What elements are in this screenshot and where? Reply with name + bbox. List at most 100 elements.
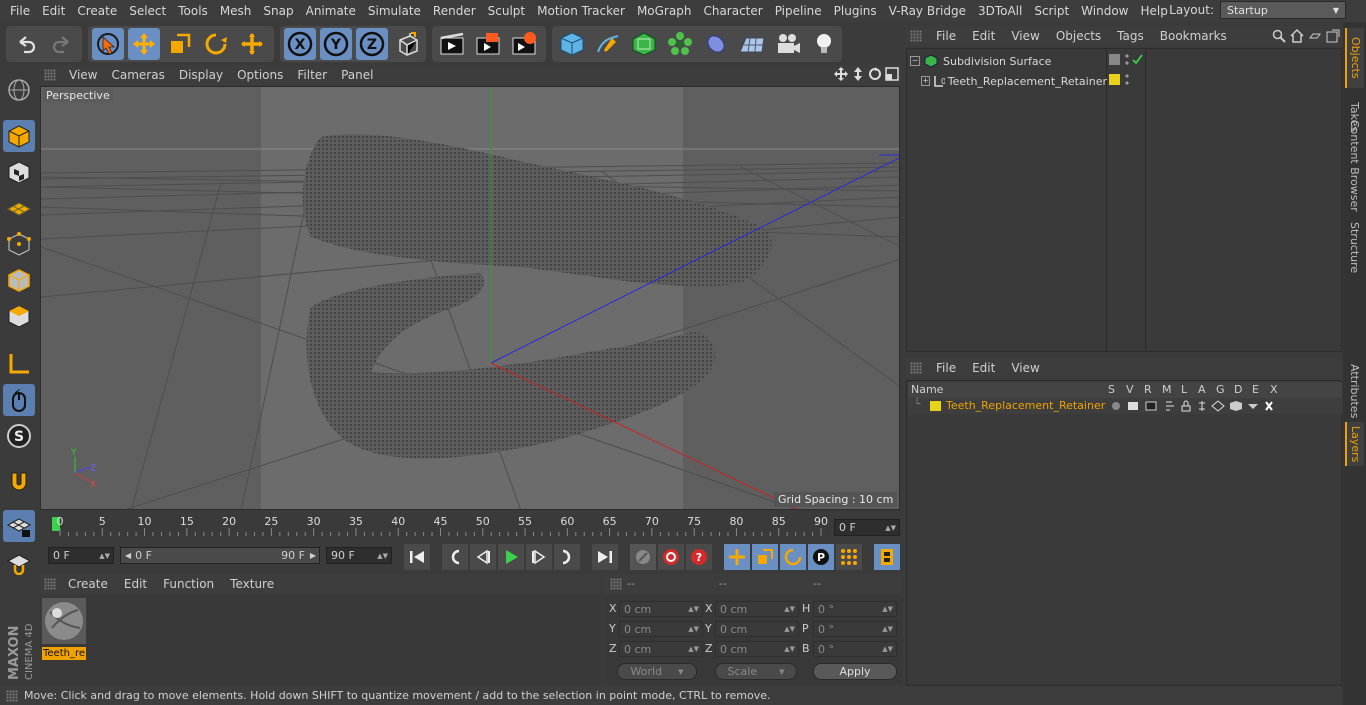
camera-button[interactable] — [772, 28, 804, 60]
layer-swatch-icon[interactable] — [1109, 54, 1120, 65]
range-slider[interactable]: ◀ 0 F 90 F ▶ — [120, 547, 320, 564]
column-view[interactable]: V — [1126, 383, 1134, 396]
layers-menu-view[interactable]: View — [1003, 361, 1047, 375]
tab-structure[interactable]: Structure — [1345, 218, 1364, 278]
previous-frame-button[interactable] — [470, 544, 496, 570]
layer-row[interactable]: └ Teeth_Replacement_Retainer — [908, 398, 1342, 414]
objects-menu-tags[interactable]: Tags — [1109, 29, 1152, 43]
apply-button[interactable]: Apply — [813, 663, 897, 680]
menu-vray-bridge[interactable]: V-Ray Bridge — [883, 4, 972, 18]
previous-key-button[interactable] — [442, 544, 468, 570]
record-active-button[interactable] — [630, 544, 656, 570]
menu-character[interactable]: Character — [697, 4, 768, 18]
layer-color-swatch[interactable] — [930, 401, 941, 411]
size-x-field[interactable]: 0 cm ▲▼ — [715, 601, 799, 617]
column-manager[interactable]: M — [1162, 383, 1172, 396]
axis-mode-button[interactable] — [3, 348, 35, 380]
menu-snap[interactable]: Snap — [257, 4, 299, 18]
size-z-field[interactable]: 0 cm ▲▼ — [715, 641, 799, 657]
menu-mograph[interactable]: MoGraph — [631, 4, 698, 18]
rotate-tool-button[interactable] — [200, 28, 232, 60]
layers-menu-edit[interactable]: Edit — [964, 361, 1003, 375]
objects-menu-edit[interactable]: Edit — [964, 29, 1003, 43]
new-window-icon[interactable] — [1326, 29, 1340, 43]
menu-pipeline[interactable]: Pipeline — [769, 4, 828, 18]
menu-animate[interactable]: Animate — [300, 4, 362, 18]
next-key-button[interactable] — [554, 544, 580, 570]
scale-tool-button[interactable] — [164, 28, 196, 60]
key-pla-button[interactable] — [836, 544, 862, 570]
deformer-button[interactable] — [700, 28, 732, 60]
current-frame-field[interactable]: 0 F ▲▼ — [834, 519, 900, 536]
collapse-icon[interactable]: − — [910, 56, 920, 66]
position-z-field[interactable]: 0 cm ▲▼ — [619, 641, 703, 657]
menu-motion-tracker[interactable]: Motion Tracker — [531, 4, 631, 18]
size-mode-select[interactable]: Scale ▼ — [715, 663, 797, 680]
redo-button[interactable] — [46, 28, 78, 60]
locked-workplane-button[interactable] — [3, 510, 35, 542]
polygons-mode-button[interactable] — [3, 300, 35, 332]
render-view-button[interactable] — [436, 28, 468, 60]
material-menu-edit[interactable]: Edit — [116, 577, 155, 591]
column-render[interactable]: R — [1144, 383, 1152, 396]
enabled-check-icon[interactable] — [1132, 54, 1143, 65]
rotation-b-field[interactable]: 0 ° ▲▼ — [813, 641, 897, 657]
position-y-field[interactable]: 0 cm ▲▼ — [619, 621, 703, 637]
key-rotation-button[interactable] — [780, 544, 806, 570]
visibility-render-dot-icon[interactable] — [1125, 81, 1129, 85]
z-axis-lock-button[interactable]: Z — [356, 28, 388, 60]
column-deformers[interactable]: D — [1234, 383, 1242, 396]
make-editable-button[interactable] — [3, 74, 35, 106]
next-frame-button[interactable] — [526, 544, 552, 570]
search-icon[interactable] — [1272, 29, 1286, 43]
tab-attributes[interactable]: Attributes — [1345, 362, 1364, 420]
menu-create[interactable]: Create — [71, 4, 123, 18]
material-menu-create[interactable]: Create — [60, 577, 116, 591]
animation-icon[interactable] — [1199, 401, 1205, 411]
coordinate-mode-select[interactable]: World ▼ — [617, 663, 697, 680]
size-y-field[interactable]: 0 cm ▲▼ — [715, 621, 799, 637]
visibility-editor-dot-icon[interactable] — [1125, 74, 1129, 78]
menu-select[interactable]: Select — [123, 4, 172, 18]
expand-icon[interactable]: + — [921, 76, 931, 86]
expression-icon[interactable] — [1248, 404, 1258, 409]
manager-list-icon[interactable] — [1166, 401, 1174, 411]
column-xref[interactable]: X — [1270, 383, 1278, 396]
array-button[interactable] — [664, 28, 696, 60]
menu-window[interactable]: Window — [1075, 4, 1134, 18]
zoom-icon[interactable] — [851, 67, 865, 81]
move-tool-button[interactable] — [128, 28, 160, 60]
menu-edit[interactable]: Edit — [36, 4, 71, 18]
viewport-menu-options[interactable]: Options — [230, 68, 290, 82]
link-icon[interactable] — [1308, 29, 1322, 43]
enable-snap-button[interactable] — [3, 466, 35, 498]
maximize-view-icon[interactable] — [885, 67, 899, 81]
solo-icon[interactable] — [1112, 402, 1120, 410]
keyframe-selection-button[interactable]: ? — [686, 544, 712, 570]
objects-menu-file[interactable]: File — [928, 29, 964, 43]
tab-content-browser[interactable]: Content Browser — [1345, 118, 1364, 214]
column-generators[interactable]: G — [1216, 383, 1225, 396]
layer-swatch-icon[interactable] — [1109, 74, 1120, 85]
viewport-menu-view[interactable]: View — [62, 68, 104, 82]
render-region-button[interactable] — [472, 28, 504, 60]
menu-simulate[interactable]: Simulate — [362, 4, 427, 18]
tab-objects[interactable]: Objects — [1345, 28, 1364, 88]
workplane-button[interactable] — [3, 192, 35, 224]
object-row-teeth-retainer[interactable]: + 0 Teeth_Replacement_Retainer — [907, 72, 1107, 90]
column-solo[interactable]: S — [1108, 383, 1115, 396]
play-button[interactable] — [498, 544, 524, 570]
coordinate-system-button[interactable] — [392, 28, 424, 60]
render-settings-button[interactable] — [508, 28, 540, 60]
start-frame-field[interactable]: 0 F ▲▼ — [48, 547, 114, 564]
rotation-h-field[interactable]: 0 ° ▲▼ — [813, 601, 897, 617]
object-row-subdivision-surface[interactable]: − Subdivision Surface — [907, 52, 1107, 70]
viewport-menu-cameras[interactable]: Cameras — [104, 68, 171, 82]
edges-mode-button[interactable] — [3, 264, 35, 296]
go-to-end-button[interactable] — [592, 544, 618, 570]
rotation-p-field[interactable]: 0 ° ▲▼ — [813, 621, 897, 637]
y-axis-lock-button[interactable]: Y — [320, 28, 352, 60]
cube-object-button[interactable] — [556, 28, 588, 60]
tweak-mode-button[interactable] — [3, 384, 35, 416]
generator-icon[interactable] — [1211, 400, 1225, 412]
